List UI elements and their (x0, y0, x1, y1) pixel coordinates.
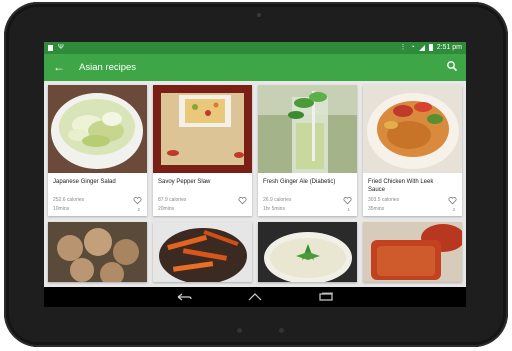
recipe-photo (153, 85, 252, 173)
heart-outline-icon[interactable] (448, 196, 457, 205)
usb-icon: Ψ (58, 44, 64, 51)
recipe-likes: 2 (137, 207, 140, 212)
speaker-dot-left (237, 328, 242, 333)
recipe-photo (363, 222, 462, 282)
heart-outline-icon[interactable] (343, 196, 352, 205)
status-time: 2:51 pm (436, 44, 462, 51)
recipe-time: 10mins (53, 206, 70, 212)
recipe-likes: 1 (347, 207, 350, 212)
recipe-card[interactable]: Fried Chicken With Leek Sauce 303.5 calo… (363, 85, 462, 216)
recipe-photo (48, 222, 147, 282)
recipe-time: 35mins (368, 206, 385, 212)
recipe-name: Japanese Ginger Salad (53, 179, 116, 185)
recipe-calories: 87.9 calories (158, 197, 187, 203)
recipe-likes: 3 (452, 207, 455, 212)
recipe-photo (48, 85, 147, 173)
recipe-name: Fried Chicken With Leek Sauce (368, 179, 434, 193)
battery-icon (428, 44, 433, 51)
recipe-card[interactable]: Savoy Pepper Slaw 87.9 calories 20mins (153, 85, 252, 216)
recipe-time: 20mins (158, 206, 175, 212)
recipe-photo (153, 222, 252, 282)
recipe-card[interactable] (363, 222, 462, 282)
recipe-name: Savoy Pepper Slaw (158, 179, 211, 185)
wifi-icon: ◔ (410, 43, 415, 51)
page-title: Asian recipes (79, 62, 137, 73)
heart-outline-icon[interactable] (133, 196, 142, 205)
status-bar: Ψ ⋮ ◔ 2:51 pm (44, 42, 466, 54)
signal-icon (418, 44, 425, 51)
search-icon[interactable] (446, 60, 458, 72)
recipe-photo (258, 85, 357, 173)
recipe-time: 1hr 5mins (263, 206, 285, 212)
recipe-card[interactable] (153, 222, 252, 282)
alarm-icon: ⋮ (399, 43, 407, 51)
recipe-calories: 252.6 calories (53, 197, 85, 203)
sd-card-icon (48, 45, 53, 51)
recipe-card[interactable]: Fresh Ginger Ale (Diabetic) 26.9 calorie… (258, 85, 357, 216)
speaker-dot-right (279, 328, 284, 333)
recipe-card[interactable]: Japanese Ginger Salad 252.6 calories 10m… (48, 85, 147, 216)
app-toolbar: ← Asian recipes (44, 54, 466, 81)
home-nav-icon[interactable] (247, 292, 263, 302)
system-nav-bar (44, 287, 466, 307)
recipe-photo (258, 222, 357, 282)
recents-nav-icon[interactable] (318, 292, 334, 302)
arrow-left-icon[interactable]: ← (53, 60, 65, 74)
recipe-photo (363, 85, 462, 173)
back-nav-icon[interactable] (176, 292, 192, 302)
recipe-name: Fresh Ginger Ale (Diabetic) (263, 179, 336, 185)
recipe-calories: 303.5 calories (368, 197, 400, 203)
front-camera (257, 13, 261, 17)
recipe-calories: 26.9 calories (263, 197, 292, 203)
app-screen: Ψ ⋮ ◔ 2:51 pm ← Asian recipes Japanese G… (44, 42, 466, 307)
recipe-card[interactable] (48, 222, 147, 282)
recipe-card[interactable] (258, 222, 357, 282)
heart-outline-icon[interactable] (238, 196, 247, 205)
